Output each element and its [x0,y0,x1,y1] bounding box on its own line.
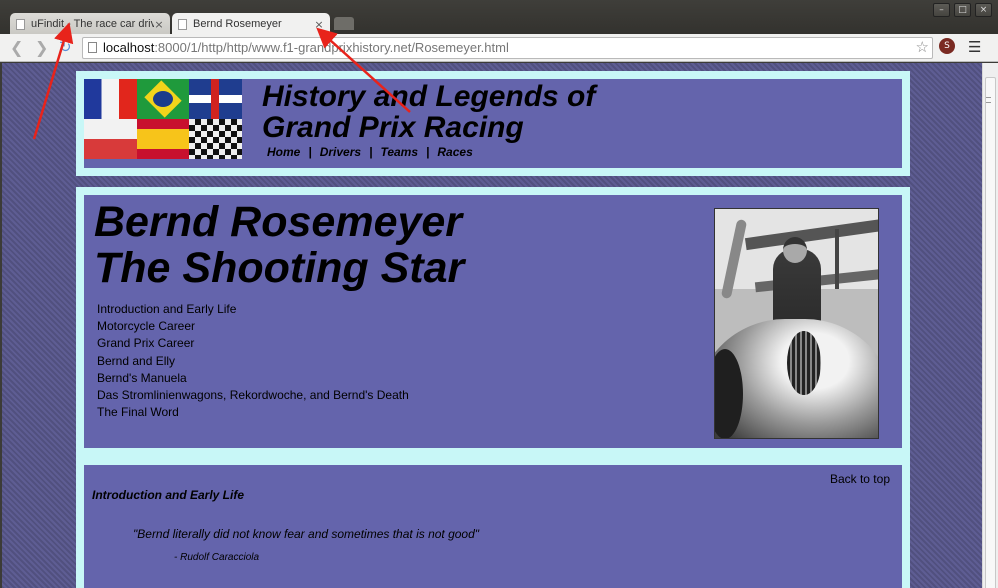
back-arrow-icon[interactable]: ❮ [10,38,23,57]
site-title-line2: Grand Prix Racing [262,111,524,144]
page-icon [16,18,25,30]
flags-collage-image [84,79,242,159]
photo-detail [787,331,821,395]
page-viewport: History and Legends of Grand Prix Racing… [2,63,982,588]
nav-separator: | [369,145,373,159]
star-icon[interactable]: ☆ [916,38,929,58]
toc-link[interactable]: Das Stromlinienwagons, Rekordwoche, and … [97,387,409,404]
url-path: :8000/1/http/http/www.f1-grandprixhistor… [154,40,509,55]
close-window-button[interactable]: × [975,3,992,17]
section-heading: Introduction and Early Life [92,488,245,502]
site-title-line1: History and Legends of [262,80,596,113]
photo-detail [744,215,878,251]
page-icon [178,18,187,30]
toc-link[interactable]: The Final Word [97,404,409,421]
minimize-button[interactable]: – [933,3,950,17]
new-tab-button[interactable] [334,17,354,30]
site-header-panel: History and Legends of Grand Prix Racing… [84,79,902,168]
toc-link[interactable]: Bernd's Manuela [97,370,409,387]
close-tab-icon[interactable]: × [154,18,164,31]
url-host: localhost [103,40,155,55]
site-title: History and Legends of Grand Prix Racing [262,81,595,143]
brazilian-flag-icon [136,79,190,119]
page-title-line2: The Shooting Star [94,244,465,292]
content-panel: Back to top Introduction and Early Life … [84,464,902,588]
table-of-contents: Introduction and Early Life Motorcycle C… [97,301,409,421]
window-controls: – □ × [933,3,992,17]
polish-flag-icon [84,119,137,159]
page-title-line1: Bernd Rosemeyer [94,198,463,246]
checkered-flag-icon [189,119,242,159]
bio-intro: Bernd Rosemeyer The Shooting Star Introd… [76,187,910,456]
nav-races-link[interactable]: Races [437,145,472,159]
photo-detail [783,237,807,263]
close-tab-icon[interactable]: × [314,18,324,31]
british-flag-icon [189,79,242,119]
back-to-top-link[interactable]: Back to top [830,472,890,486]
tab-title: Bernd Rosemeyer [193,18,282,30]
toc-link[interactable]: Motorcycle Career [97,318,409,335]
page-icon [88,42,97,53]
window-titlebar: uFindit - The race car driv × Bernd Rose… [0,0,998,35]
hamburger-menu-icon[interactable]: ☰ [968,38,981,56]
scrollbar-grip [986,97,991,103]
quote-text: "Bernd literally did not know fear and s… [133,527,480,541]
site-nav: Home | Drivers | Teams | Races [267,145,473,159]
spanish-flag-icon [136,119,190,159]
nav-teams-link[interactable]: Teams [380,145,418,159]
french-flag-icon [84,79,137,119]
toc-link[interactable]: Introduction and Early Life [97,301,409,318]
photo-detail [835,229,839,289]
page-title: Bernd Rosemeyer The Shooting Star [94,199,464,291]
nav-drivers-link[interactable]: Drivers [320,145,361,159]
tab-title: uFindit - The race car driv [31,18,154,30]
tab-bernd-rosemeyer[interactable]: Bernd Rosemeyer × [172,13,330,35]
browser-toolbar: ❮ ❯ ↻ localhost:8000/1/http/http/www.f1-… [0,34,998,62]
extension-icon[interactable]: S [939,38,955,54]
nav-separator: | [426,145,430,159]
toc-link[interactable]: Grand Prix Career [97,335,409,352]
content-section: Back to top Introduction and Early Life … [76,456,910,588]
driver-photo [714,208,879,439]
nav-separator: | [308,145,312,159]
reload-icon[interactable]: ↻ [59,38,72,56]
photo-detail [720,218,748,300]
toc-link[interactable]: Bernd and Elly [97,353,409,370]
tab-ufindit[interactable]: uFindit - The race car driv × [10,13,170,35]
quote-author: - Rudolf Caracciola [174,552,260,563]
scrollbar-thumb[interactable] [985,77,996,588]
address-bar[interactable]: localhost:8000/1/http/http/www.f1-grandp… [82,37,933,59]
maximize-button[interactable]: □ [954,3,971,17]
site-header: History and Legends of Grand Prix Racing… [76,71,910,176]
forward-arrow-icon[interactable]: ❯ [35,38,48,57]
vertical-scrollbar[interactable] [982,63,998,588]
bio-panel: Bernd Rosemeyer The Shooting Star Introd… [84,195,902,448]
nav-home-link[interactable]: Home [267,145,300,159]
